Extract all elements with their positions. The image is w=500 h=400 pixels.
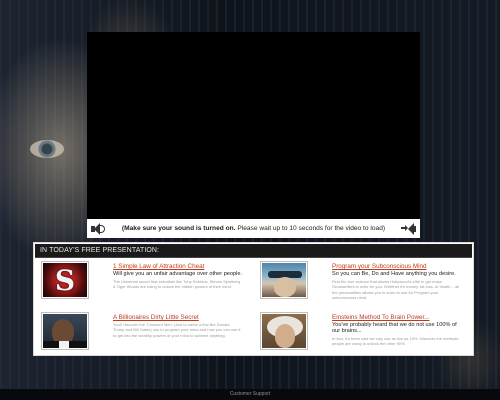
item-subtitle: So you can Be, Do and Have anything you … [332,271,456,277]
video-notice-bar: (Make sure your sound is turned on. Plea… [87,219,420,238]
presentation-item-law-of-attraction: S 1 Simple Law of Attraction Cheat Will … [34,259,244,303]
item-title-link[interactable]: 1 Simple Law of Attraction Cheat [113,263,204,270]
presentation-header: IN TODAY'S FREE PRESENTATION: [35,244,472,258]
item-thumbnail: S [41,261,89,299]
presentation-panel: IN TODAY'S FREE PRESENTATION: S 1 Simple… [33,242,474,356]
speaker-icon [90,222,106,236]
item-subtitle: You've probably heard that we do not use… [332,322,457,335]
item-title-link[interactable]: Einsteins Method To Brain Power... [332,314,430,321]
einstein-photo-icon [262,314,306,348]
item-description: You'll discover the 'Crowned Men' (Just … [113,322,241,338]
item-subtitle: Will give you an unfair advantage over o… [113,271,243,277]
presentation-item-billionaire-secret: A Billionaires Dirty Little Secret You'l… [34,310,244,354]
brain-headset-photo-icon [262,263,306,297]
sound-notice-bold: (Make sure your sound is turned on. [121,225,236,232]
background-eye [30,140,64,158]
obama-photo-icon [43,314,87,348]
item-title-link[interactable]: A Billionaires Dirty Little Secret [113,314,199,321]
customer-support-link[interactable]: Customer Support [230,391,271,397]
item-thumbnail [260,312,308,350]
item-title-link[interactable]: Program your Subconscious Mind [332,263,427,270]
item-description: Find the true science that allows Hollyw… [332,279,459,301]
letter-s-logo-icon: S [43,263,87,297]
item-thumbnail [260,261,308,299]
sound-notice-rest: Please wait up to 10 seconds for the vid… [235,225,386,232]
item-thumbnail [41,312,89,350]
presentation-item-einstein-method: Einsteins Method To Brain Power... You'v… [253,310,463,354]
speaker-arrow-icon [401,222,417,236]
video-player[interactable] [87,32,420,219]
presentation-item-subconscious-mind: Program your Subconscious Mind So you ca… [253,259,463,303]
item-description: The Universal secret that scientists lik… [113,279,241,290]
sound-notice: (Make sure your sound is turned on. Plea… [106,225,401,232]
item-description: In fact, it's been said we only use as l… [332,336,459,347]
footer-bar: Customer Support [0,389,500,400]
